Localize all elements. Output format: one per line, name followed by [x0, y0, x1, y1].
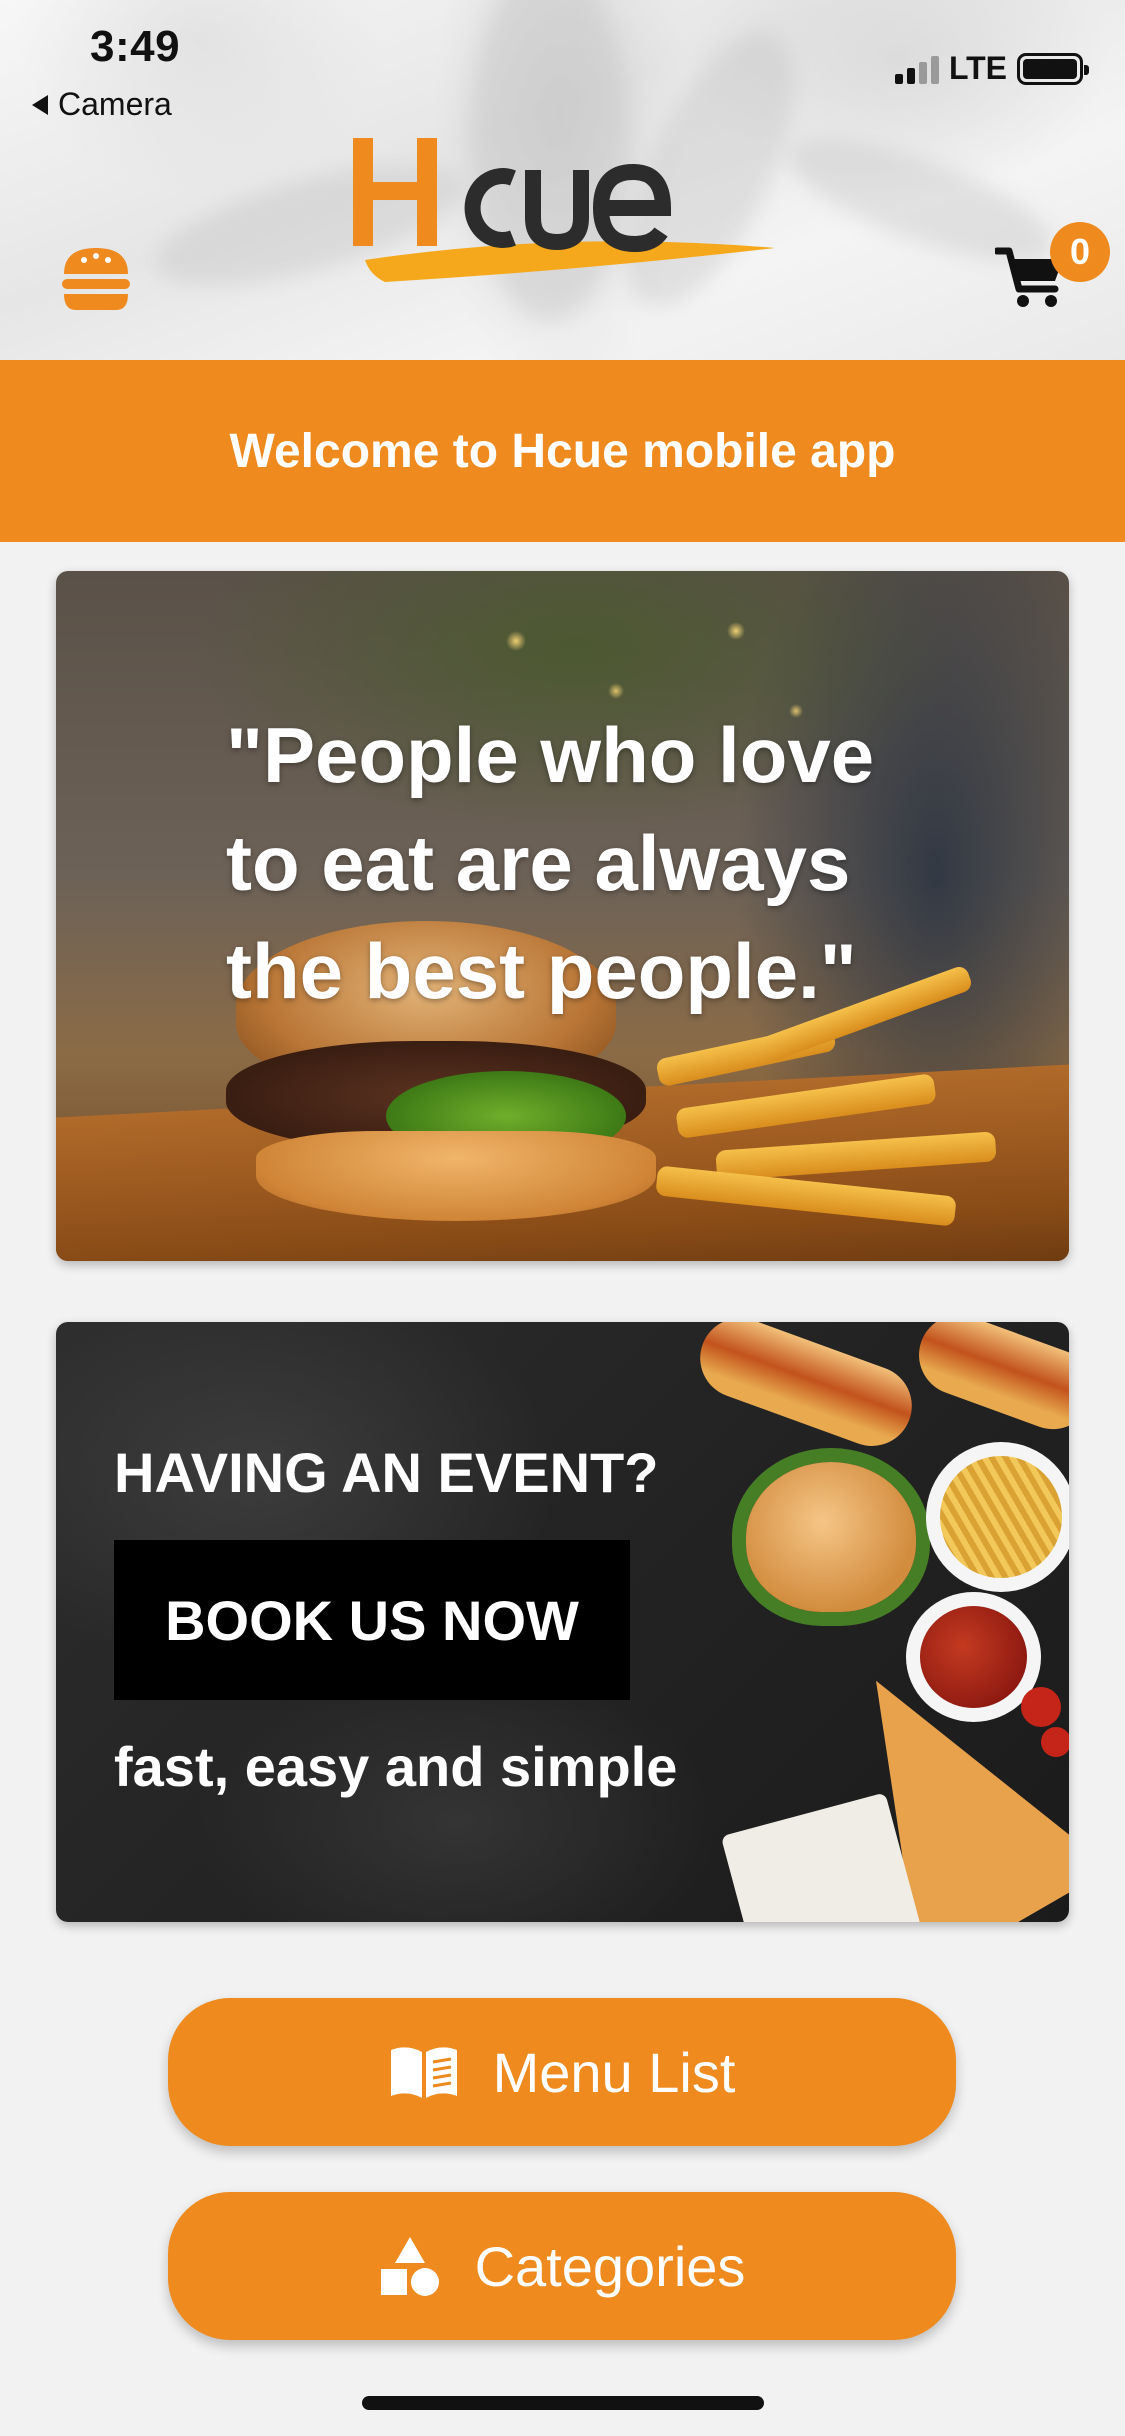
battery-icon	[1017, 52, 1089, 85]
home-indicator[interactable]	[362, 2396, 764, 2410]
event-subtitle: fast, easy and simple	[114, 1735, 678, 1798]
hamburger-menu-icon[interactable]	[60, 246, 132, 312]
burger	[746, 1462, 916, 1612]
categories-label: Categories	[474, 2234, 746, 2298]
tomato	[1041, 1727, 1069, 1757]
network-type: LTE	[948, 50, 1007, 86]
fries-bowl	[926, 1442, 1069, 1592]
back-label: Camera	[58, 86, 172, 122]
welcome-banner: Welcome to Hcue mobile app	[0, 360, 1125, 542]
signal-icon	[894, 54, 939, 84]
back-arrow-icon	[32, 94, 48, 115]
status-indicators: LTE	[894, 50, 1089, 87]
shapes-icon	[380, 2237, 439, 2296]
hcue-logo	[353, 138, 775, 282]
book-us-now-button[interactable]: BOOK US NOW	[114, 1540, 630, 1700]
quote-text: "People who love to eat are always the b…	[226, 711, 875, 1015]
event-title: HAVING AN EVENT?	[114, 1441, 659, 1504]
menu-list-label: Menu List	[492, 2040, 736, 2104]
categories-button[interactable]: Categories	[168, 2192, 956, 2340]
cart-count-badge: 0	[1050, 222, 1110, 282]
tomato	[1021, 1687, 1061, 1727]
menu-list-button[interactable]: Menu List	[168, 1998, 956, 2146]
event-booking-card: HAVING AN EVENT? BOOK US NOW fast, easy …	[56, 1322, 1069, 1922]
app-header: 3:49 Camera LTE 0	[0, 0, 1125, 360]
status-time: 3:49	[90, 22, 181, 71]
book-open-icon	[390, 2047, 457, 2098]
welcome-text: Welcome to Hcue mobile app	[229, 424, 896, 478]
burger-bun-bottom	[256, 1131, 656, 1221]
back-to-camera[interactable]: Camera	[32, 86, 172, 123]
quote-card: "People who love to eat are always the b…	[56, 571, 1069, 1261]
